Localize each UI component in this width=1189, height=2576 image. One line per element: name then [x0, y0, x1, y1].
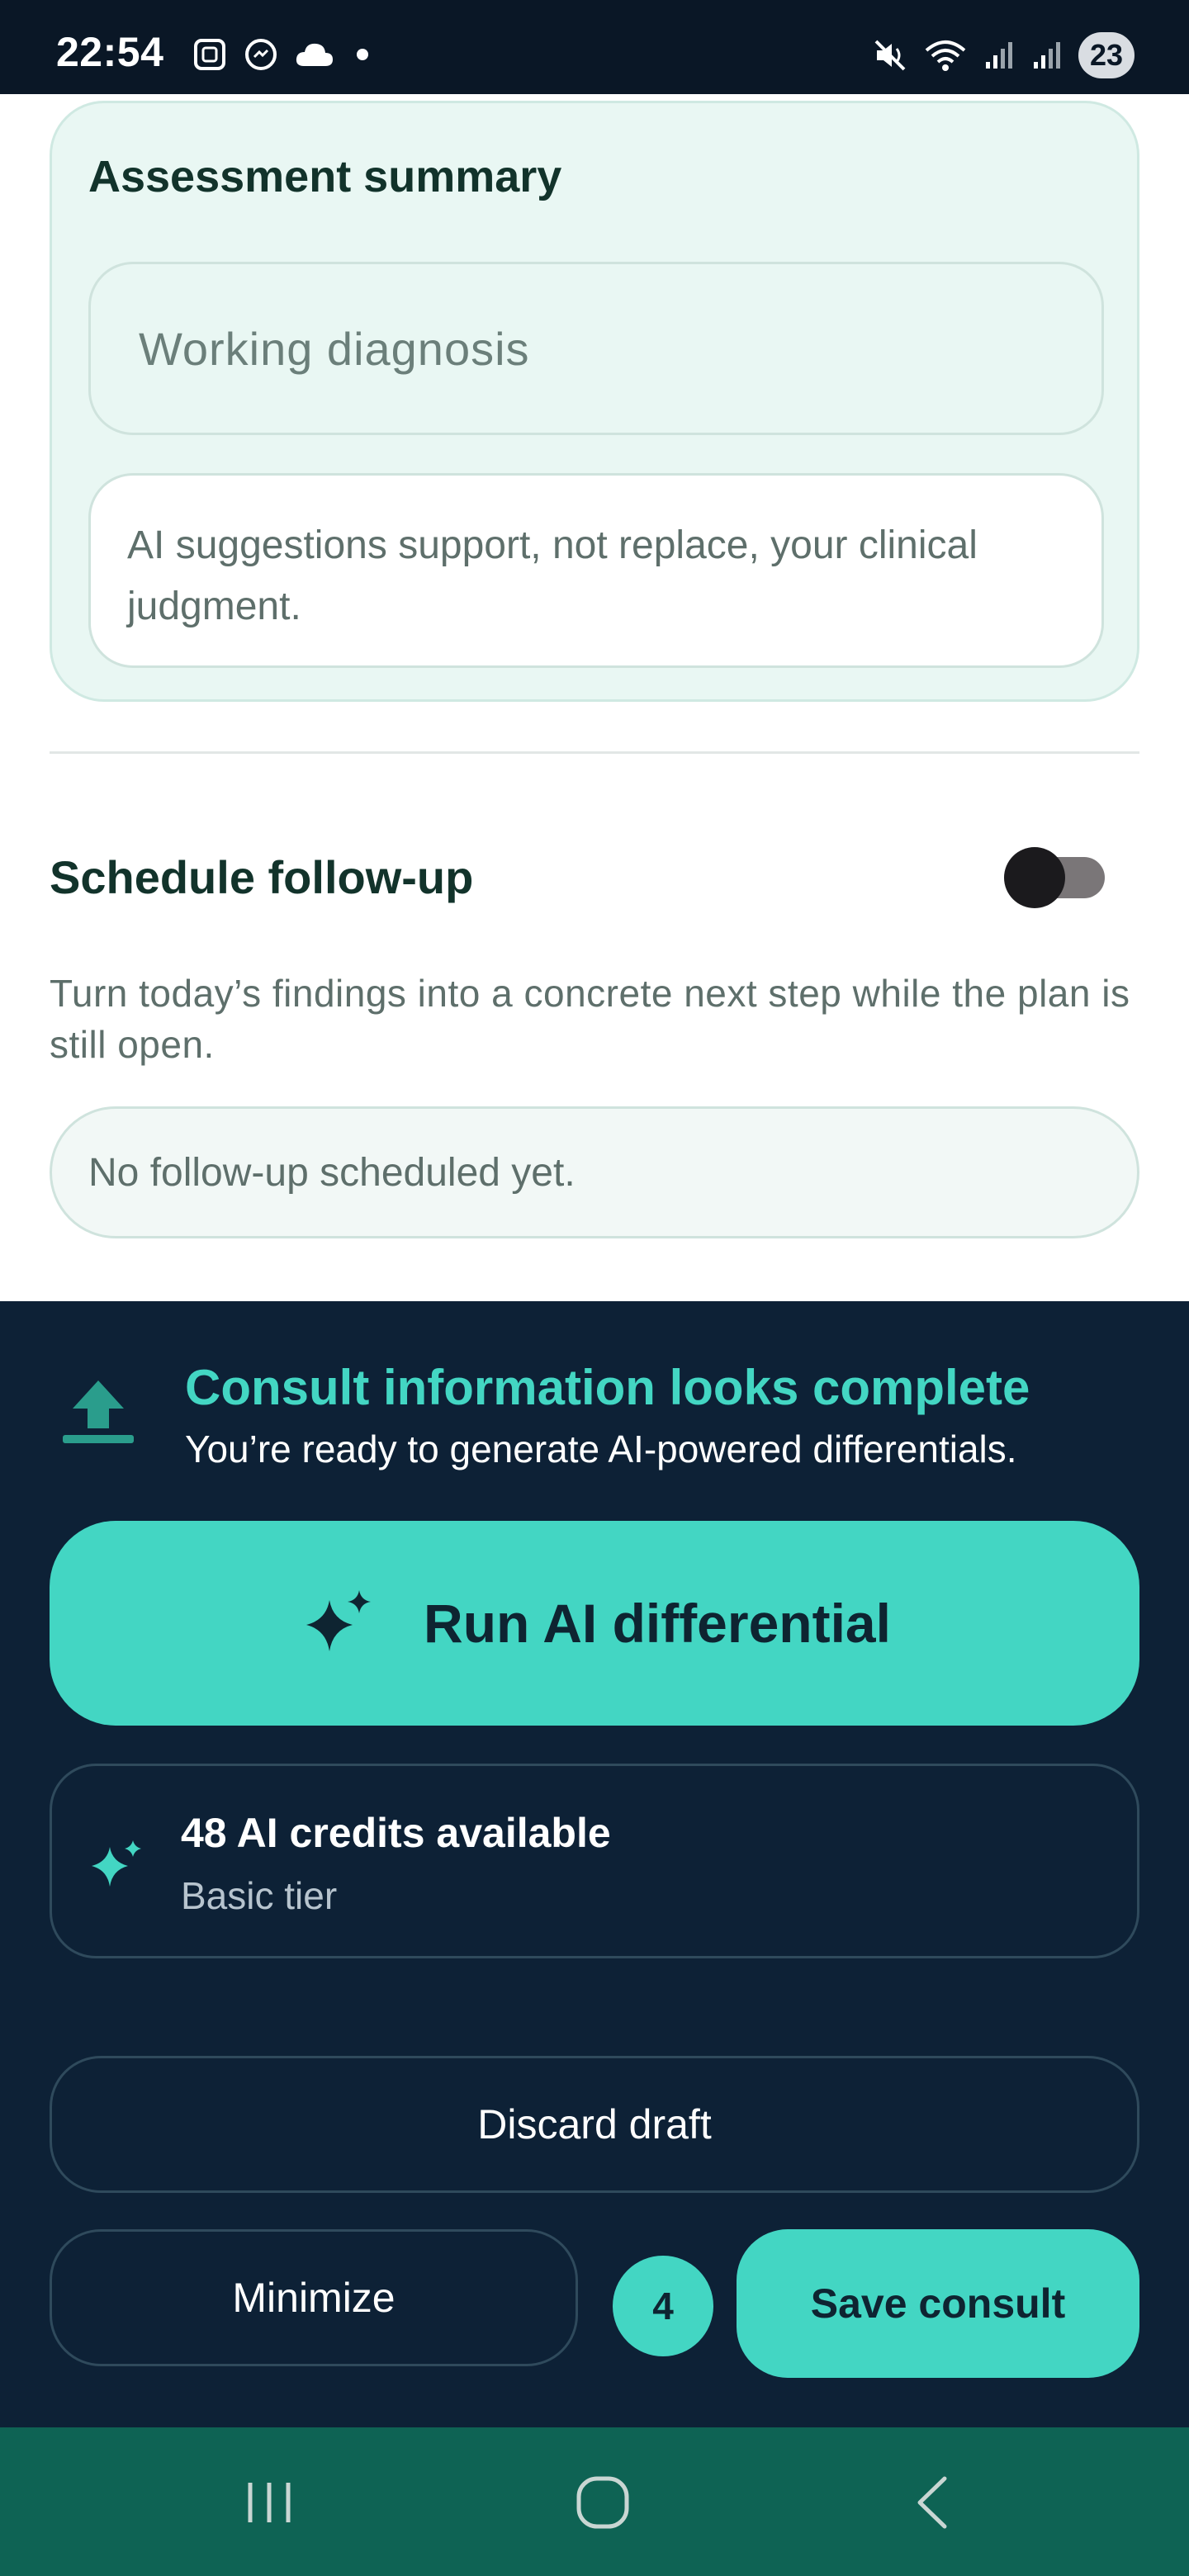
- ai-credits-count: 48 AI credits available: [181, 1810, 611, 1856]
- discard-draft-button[interactable]: Discard draft: [50, 2056, 1139, 2193]
- sparkle-icon: [92, 1840, 141, 1887]
- dot-icon: [357, 49, 368, 60]
- battery-indicator: 23: [1078, 32, 1135, 78]
- run-ai-label: Run AI differential: [424, 1593, 891, 1654]
- ai-credits-card: 48 AI credits available Basic tier: [50, 1764, 1139, 1958]
- upload-icon: [63, 1380, 134, 1443]
- minimize-button[interactable]: Minimize: [50, 2229, 578, 2366]
- followup-description: Turn today’s findings into a concrete ne…: [50, 972, 1130, 1066]
- assessment-summary-card: Assessment summary Working diagnosis AI …: [50, 101, 1139, 702]
- status-bar: 22:54 23: [0, 0, 1189, 94]
- followup-title: Schedule follow-up: [50, 851, 474, 903]
- action-panel: Consult information looks complete You’r…: [0, 1301, 1189, 2427]
- messenger-icon: [245, 39, 277, 70]
- toggle-knob: [1004, 847, 1065, 908]
- working-diagnosis-field[interactable]: Working diagnosis: [88, 262, 1104, 435]
- readiness-subtitle: You’re ready to generate AI-powered diff…: [185, 1428, 1017, 1470]
- readiness-title: Consult information looks complete: [185, 1360, 1030, 1415]
- signal-icon: [985, 42, 1012, 69]
- system-nav-bar: [0, 2427, 1189, 2576]
- recent-apps-icon[interactable]: [228, 2465, 310, 2540]
- ai-disclaimer-note: AI suggestions support, not replace, you…: [88, 473, 1104, 668]
- status-icons-right: 23: [872, 31, 1135, 79]
- sparkle-icon: [306, 1590, 372, 1651]
- followup-empty-state: No follow-up scheduled yet.: [50, 1106, 1139, 1238]
- wifi-icon: [925, 40, 966, 71]
- save-consult-button[interactable]: Save consult: [737, 2229, 1139, 2378]
- followup-empty-text: No follow-up scheduled yet.: [88, 1150, 576, 1195]
- screenshot-icon: [194, 39, 225, 70]
- assessment-title: Assessment summary: [88, 152, 562, 201]
- ai-credits-tier: Basic tier: [181, 1874, 338, 1917]
- mute-icon: [874, 40, 906, 71]
- signal-icon: [1033, 42, 1060, 69]
- section-divider: [50, 751, 1139, 754]
- working-diagnosis-placeholder: Working diagnosis: [139, 322, 530, 375]
- status-icons-left: [192, 35, 375, 74]
- status-time: 22:54: [56, 29, 164, 75]
- count-badge: 4: [613, 2256, 713, 2356]
- run-ai-differential-button[interactable]: Run AI differential: [50, 1521, 1139, 1726]
- home-icon[interactable]: [561, 2465, 644, 2540]
- followup-toggle[interactable]: [1004, 847, 1106, 908]
- cloud-icon: [296, 43, 333, 66]
- back-icon[interactable]: [892, 2465, 974, 2540]
